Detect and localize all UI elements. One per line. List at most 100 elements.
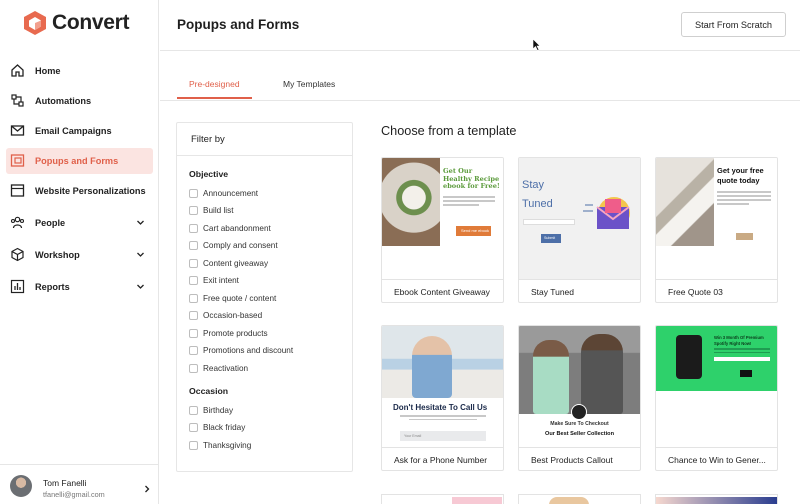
template-card-best-products-callout[interactable]: Make Sure To Checkout Our Best Seller Co…: [518, 325, 641, 471]
popup-preview: Don't Hesitate To Call Us Your Email: [382, 398, 503, 447]
filter-option-label: Occasion-based: [203, 311, 263, 320]
template-thumbnail: Stay Tuned Submit: [519, 158, 640, 280]
filter-option-content-giveaway[interactable]: Content giveaway: [189, 257, 268, 269]
template-card-free-quote-03[interactable]: Get your free quote today Free Quote 03: [655, 157, 778, 303]
template-card-partial[interactable]: [655, 494, 778, 504]
filter-option-announcement[interactable]: Announcement: [189, 187, 258, 199]
template-name: Ask for a Phone Number: [394, 455, 488, 465]
start-from-scratch-button[interactable]: Start From Scratch: [681, 12, 786, 37]
filter-option-occasion-based[interactable]: Occasion-based: [189, 310, 262, 322]
checkbox[interactable]: [189, 276, 198, 285]
popup-preview: Get your free quote today: [714, 158, 777, 246]
templates-heading: Choose from a template: [381, 124, 517, 138]
sidebar-item-automations[interactable]: Automations: [6, 88, 153, 114]
template-card-stay-tuned[interactable]: Stay Tuned Submit Stay Tuned: [518, 157, 641, 303]
template-card-partial[interactable]: [381, 494, 504, 504]
filter-option-black-friday[interactable]: Black friday: [189, 422, 245, 434]
preview-text: [443, 196, 495, 208]
active-tab-indicator: [177, 97, 252, 99]
partial-thumbnail: [549, 497, 589, 504]
food-image: [382, 158, 440, 246]
tshirt-models-image: [519, 326, 640, 414]
filter-title: Filter by: [191, 134, 225, 145]
filter-option-label: Cart abandonment: [203, 223, 271, 233]
filter-option-free-quote-content[interactable]: Free quote / content: [189, 292, 276, 304]
filter-option-build-list[interactable]: Build list: [189, 205, 234, 217]
filter-option-promote-products[interactable]: Promote products: [189, 327, 268, 339]
preview-heading: Don't Hesitate To Call Us: [393, 403, 488, 412]
sidebar-item-label: Workshop: [35, 250, 80, 260]
checkbox[interactable]: [189, 206, 198, 215]
avatar: [10, 475, 32, 497]
sidebar-item-website-personalizations[interactable]: Website Personalizations: [6, 178, 153, 204]
filter-option-cart-abandonment[interactable]: Cart abandonment: [189, 222, 271, 234]
page-header: Popups and Forms Start From Scratch: [160, 0, 800, 51]
office-image: [382, 326, 503, 398]
preview-button-label: Send me ebook: [461, 228, 490, 233]
template-thumbnail: Get Our Healthy Recipe ebook for Free! S…: [382, 158, 503, 280]
checkbox[interactable]: [189, 258, 198, 268]
filter-option-promotions-and-discount[interactable]: Promotions and discount: [189, 345, 293, 357]
sidebar-item-people[interactable]: People: [6, 210, 153, 236]
filter-option-reactivation[interactable]: Reactivation: [189, 362, 248, 374]
partial-thumbnail: [452, 497, 502, 504]
checkbox[interactable]: [189, 328, 198, 338]
user-profile[interactable]: Tom Fanelli tfanelli@gmail.com: [0, 464, 159, 504]
preview-text: [714, 348, 770, 363]
people-icon: [10, 216, 25, 229]
preview-heading: Stay Tuned: [522, 176, 553, 214]
sidebar-item-reports[interactable]: Reports: [6, 274, 153, 300]
filter-option-label: Build list: [203, 206, 234, 215]
convert-logo-icon: [24, 11, 46, 35]
filter-option-thanksgiving[interactable]: Thanksgiving: [189, 439, 251, 451]
checkbox[interactable]: [189, 423, 198, 432]
preview-heading-line: Tuned: [522, 198, 553, 210]
checkbox[interactable]: [189, 223, 198, 233]
sidebar-item-label: Email Campaigns: [35, 126, 112, 136]
checkbox[interactable]: [189, 363, 198, 373]
checkbox[interactable]: [189, 311, 198, 320]
checkbox[interactable]: [189, 346, 198, 355]
checkbox[interactable]: [189, 241, 198, 250]
template-thumbnail: Make Sure To Checkout Our Best Seller Co…: [519, 326, 640, 448]
template-card-chance-to-win[interactable]: Win 3 Month Of Premium Spotify Right Now…: [655, 325, 778, 471]
sidebar-item-email-campaigns[interactable]: Email Campaigns: [6, 118, 153, 144]
checkbox[interactable]: [189, 293, 198, 303]
preview-heading-line: Stay: [522, 179, 545, 191]
template-card-partial[interactable]: [518, 494, 641, 504]
chevron-right-icon: [145, 485, 150, 493]
checkbox[interactable]: [189, 188, 198, 198]
template-name: Free Quote 03: [668, 287, 723, 297]
filter-option-label: Promote products: [203, 328, 268, 338]
template-name: Stay Tuned: [531, 287, 575, 297]
sidebar-item-home[interactable]: Home: [6, 58, 153, 84]
filter-option-label: Promotions and discount: [203, 346, 294, 355]
tab-pre-designed[interactable]: Pre-designed: [189, 79, 240, 89]
mail-icon: [10, 125, 25, 136]
preview-input-placeholder: Your Email: [404, 434, 422, 438]
checkbox[interactable]: [189, 440, 198, 450]
filter-option-label: Reactivation: [203, 363, 249, 373]
chevron-down-icon: [137, 220, 144, 225]
chevron-down-icon: [137, 252, 144, 257]
template-card-ask-for-a-phone-number[interactable]: Don't Hesitate To Call Us Your Email Ask…: [381, 325, 504, 471]
filter-option-label: Free quote / content: [203, 293, 277, 303]
preview-text: [717, 191, 771, 207]
filter-option-birthday[interactable]: Birthday: [189, 404, 233, 416]
checkbox[interactable]: [189, 405, 198, 415]
sidebar-item-workshop[interactable]: Workshop: [6, 242, 153, 268]
page-title: Popups and Forms: [177, 17, 300, 32]
user-name: Tom Fanelli: [43, 478, 87, 488]
filter-option-comply-and-consent[interactable]: Comply and consent: [189, 240, 278, 252]
sidebar-item-label: Reports: [35, 282, 70, 292]
tab-my-templates[interactable]: My Templates: [283, 79, 335, 89]
filter-option-exit-intent[interactable]: Exit intent: [189, 275, 239, 287]
template-thumbnail: Win 3 Month Of Premium Spotify Right Now…: [656, 326, 777, 448]
sidebar-item-label: Popups and Forms: [35, 156, 119, 166]
chart-icon: [10, 279, 25, 294]
logo[interactable]: Convert: [24, 11, 130, 35]
sidebar-item-popups-and-forms[interactable]: Popups and Forms: [6, 148, 153, 174]
preview-heading: Get Our Healthy Recipe ebook for Free!: [443, 167, 500, 190]
template-card-ebook-content-giveaway[interactable]: Get Our Healthy Recipe ebook for Free! S…: [381, 157, 504, 303]
preview-heading: Get your free quote today: [717, 166, 764, 185]
